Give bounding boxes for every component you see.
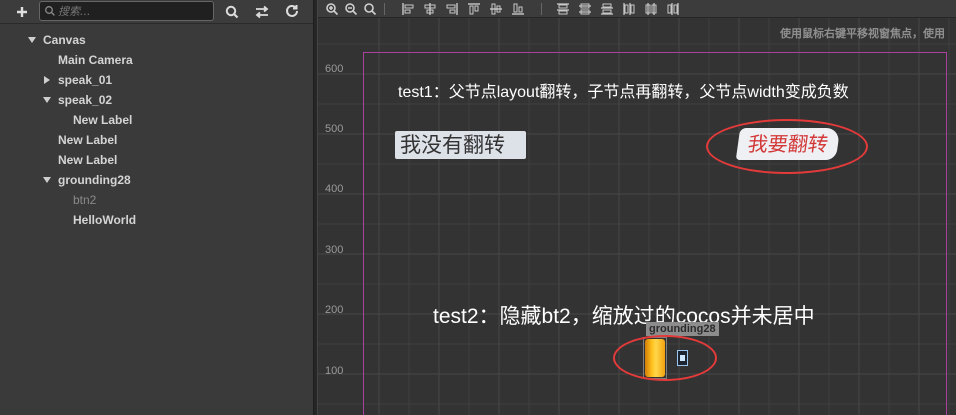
node-label: New Label bbox=[73, 113, 133, 127]
tree-node-new-label[interactable]: New Label bbox=[58, 130, 117, 150]
align-h-center-icon[interactable] bbox=[423, 2, 437, 16]
vertical-ruler: 600 500 400 300 200 100 bbox=[318, 18, 344, 415]
ruler-tick-label: 100 bbox=[325, 365, 344, 377]
node-label: speak_01 bbox=[58, 73, 113, 87]
tree-node-helloworld[interactable]: HelloWorld bbox=[73, 210, 136, 230]
align-right-icon[interactable] bbox=[445, 2, 459, 16]
align-top-icon[interactable] bbox=[467, 2, 481, 16]
distribute-top-icon[interactable] bbox=[556, 2, 570, 16]
align-v-center-icon[interactable] bbox=[489, 2, 503, 16]
plus-icon[interactable] bbox=[12, 2, 32, 22]
search-field[interactable] bbox=[39, 1, 214, 21]
node-label: speak_02 bbox=[58, 93, 113, 107]
ruler-tick-label: 400 bbox=[325, 183, 344, 195]
ruler-tick-label: 200 bbox=[325, 304, 344, 316]
zoom-out-icon[interactable] bbox=[344, 2, 358, 16]
ruler-tick-label: 600 bbox=[325, 63, 344, 75]
ruler-tick-label: 500 bbox=[325, 123, 344, 135]
scene-toolbar bbox=[318, 0, 956, 18]
align-bottom-icon[interactable] bbox=[511, 2, 525, 16]
editor-window: Canvas Main Camera speak_01 speak_02 New… bbox=[0, 0, 956, 415]
zoom-in-icon[interactable] bbox=[325, 2, 339, 16]
distribute-v-center-icon[interactable] bbox=[578, 2, 592, 16]
tree-node-btn2[interactable]: btn2 bbox=[73, 190, 96, 210]
refresh-icon[interactable] bbox=[282, 2, 302, 22]
tree-node-main-camera[interactable]: Main Camera bbox=[58, 50, 133, 70]
selected-node-tag: grounding28 bbox=[646, 322, 719, 336]
expand-arrow-icon[interactable] bbox=[43, 97, 51, 103]
test2-label[interactable]: test2：隐藏bt2，缩放过的cocos并未居中 bbox=[433, 300, 815, 330]
hierarchy-panel: Canvas Main Camera speak_01 speak_02 New… bbox=[0, 0, 313, 415]
expand-arrow-icon[interactable] bbox=[28, 37, 36, 43]
node-label: HelloWorld bbox=[73, 213, 137, 227]
node-label: New Label bbox=[58, 153, 118, 167]
node-label: Canvas bbox=[43, 33, 86, 47]
search-input[interactable] bbox=[58, 3, 208, 19]
search-icon[interactable] bbox=[222, 2, 242, 22]
distribute-right-icon[interactable] bbox=[666, 2, 680, 16]
tree-node-new-label[interactable]: New Label bbox=[58, 150, 117, 170]
distribute-h-center-icon[interactable] bbox=[644, 2, 658, 16]
highlight-ring bbox=[706, 119, 868, 174]
collapse-arrow-icon[interactable] bbox=[44, 76, 50, 84]
node-label: btn2 bbox=[73, 193, 97, 207]
zoom-reset-icon[interactable] bbox=[363, 2, 377, 16]
swap-icon[interactable] bbox=[252, 2, 272, 22]
label-not-flipped[interactable]: 我没有翻转 bbox=[395, 131, 526, 159]
toolbar-separator bbox=[384, 3, 385, 15]
scene-panel: 使用鼠标右键平移视窗焦点，使用 600 500 400 300 200 100 … bbox=[318, 0, 956, 415]
search-icon bbox=[45, 6, 55, 16]
hierarchy-toolbar bbox=[0, 0, 313, 24]
toolbar-separator bbox=[541, 3, 542, 15]
node-label: grounding28 bbox=[58, 173, 131, 187]
node-label: Main Camera bbox=[58, 53, 133, 67]
distribute-left-icon[interactable] bbox=[622, 2, 636, 16]
align-left-icon[interactable] bbox=[401, 2, 415, 16]
expand-arrow-icon[interactable] bbox=[43, 177, 51, 183]
ruler-tick-label: 300 bbox=[325, 244, 344, 256]
tree-node-new-label[interactable]: New Label bbox=[73, 110, 132, 130]
scene-hint-text: 使用鼠标右键平移视窗焦点，使用 bbox=[780, 28, 945, 40]
node-label: New Label bbox=[58, 133, 118, 147]
highlight-ring bbox=[613, 335, 717, 381]
test1-label[interactable]: test1：父节点layout翻转，子节点再翻转，父节点width变成负数 bbox=[398, 78, 849, 102]
distribute-bottom-icon[interactable] bbox=[600, 2, 614, 16]
